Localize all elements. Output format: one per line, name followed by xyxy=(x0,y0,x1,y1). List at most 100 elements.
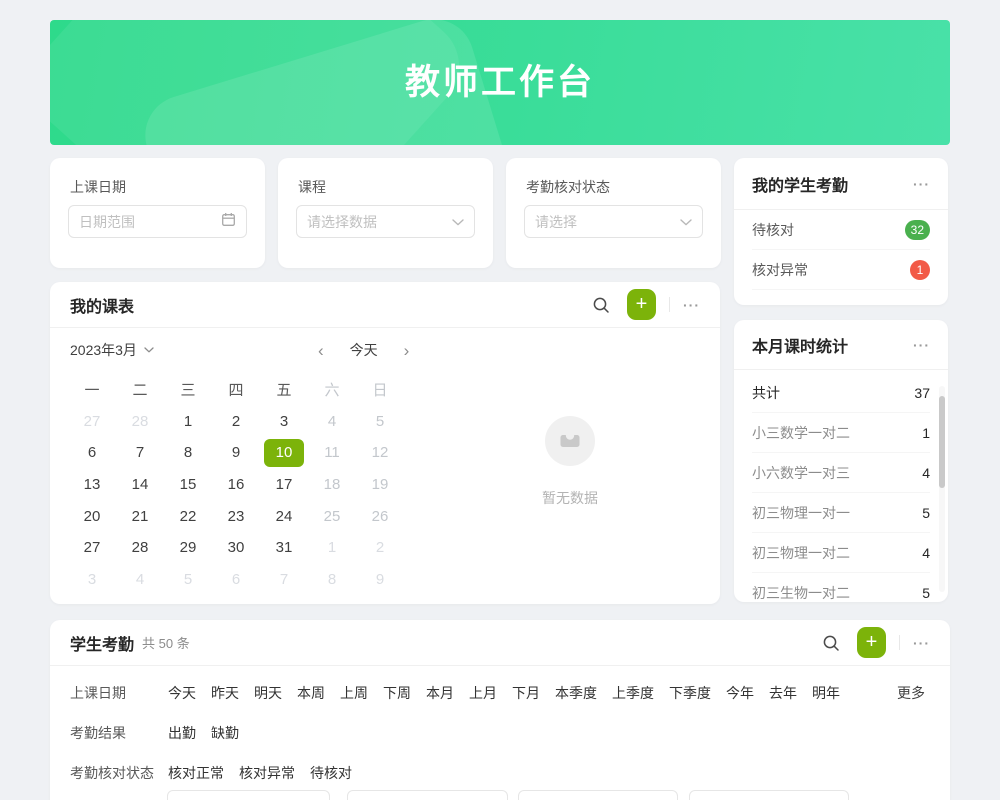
filter-option[interactable]: 本月 xyxy=(426,683,454,703)
attendance-status-row[interactable]: 核对异常 1 xyxy=(752,250,930,290)
course-hours: 37 xyxy=(914,385,930,401)
calendar-day[interactable]: 5 xyxy=(356,406,404,438)
calendar-day[interactable]: 3 xyxy=(68,564,116,596)
add-button[interactable]: + xyxy=(627,289,656,320)
filter-option[interactable]: 昨天 xyxy=(211,683,239,703)
calendar-day[interactable]: 9 xyxy=(356,564,404,596)
month-hours-stats-card: 本月课时统计 ··· 共计 37 小三数学一对二 1 小六数学一对三 4 xyxy=(734,320,948,602)
calendar-day[interactable]: 7 xyxy=(116,437,164,469)
calendar-day[interactable]: 1 xyxy=(164,406,212,438)
date-range-input[interactable]: 日期范围 xyxy=(68,205,247,238)
calendar-day[interactable]: 17 xyxy=(260,469,308,501)
calendar-day[interactable]: 7 xyxy=(260,564,308,596)
calendar-day[interactable]: 13 xyxy=(68,469,116,501)
chevron-down-icon xyxy=(680,213,692,231)
filter-option[interactable]: 下月 xyxy=(512,683,540,703)
filter-option[interactable]: 今天 xyxy=(168,683,196,703)
header-banner: 教师工作台 xyxy=(50,20,950,145)
calendar-day[interactable]: 1 xyxy=(308,532,356,564)
scrollbar-thumb[interactable] xyxy=(939,396,945,488)
today-button[interactable]: 今天 xyxy=(350,340,378,360)
calendar-day[interactable]: 29 xyxy=(164,532,212,564)
calendar-day[interactable]: 5 xyxy=(164,564,212,596)
column-filter-input[interactable] xyxy=(347,790,508,800)
more-menu-icon[interactable]: ··· xyxy=(913,635,930,651)
more-options-link[interactable]: 更多 xyxy=(897,683,925,703)
column-filter-input[interactable] xyxy=(518,790,678,800)
calendar-day[interactable]: 8 xyxy=(308,564,356,596)
calendar-day[interactable]: 12 xyxy=(356,437,404,469)
calendar-day[interactable]: 19 xyxy=(356,469,404,501)
calendar-day[interactable]: 30 xyxy=(212,532,260,564)
attendance-status-row[interactable]: 待核对 32 xyxy=(752,210,930,250)
calendar-day[interactable]: 27 xyxy=(68,532,116,564)
calendar-day[interactable]: 4 xyxy=(308,406,356,438)
student-attendance-title: 学生考勤 xyxy=(70,631,134,655)
calendar-icon xyxy=(221,212,236,232)
calendar-day[interactable]: 3 xyxy=(260,406,308,438)
filter-option[interactable]: 去年 xyxy=(769,683,797,703)
calendar-nav: 2023年3月 ‹ 今天 › xyxy=(50,328,720,372)
filter-option[interactable]: 本季度 xyxy=(555,683,597,703)
more-menu-icon[interactable]: ··· xyxy=(913,176,930,192)
calendar-day[interactable]: 26 xyxy=(356,500,404,532)
filter-option[interactable]: 下季度 xyxy=(669,683,711,703)
calendar-day[interactable]: 23 xyxy=(212,500,260,532)
search-icon[interactable] xyxy=(822,634,840,652)
filter-option[interactable]: 上季度 xyxy=(612,683,654,703)
column-filter-input[interactable] xyxy=(167,790,330,800)
calendar-day[interactable]: 16 xyxy=(212,469,260,501)
calendar-day[interactable]: 2 xyxy=(356,532,404,564)
course-select[interactable]: 请选择数据 xyxy=(296,205,475,238)
filter-option[interactable]: 缺勤 xyxy=(211,723,239,743)
hours-stat-row: 初三物理一对二 4 xyxy=(752,533,930,573)
column-filter-input[interactable] xyxy=(689,790,849,800)
calendar-day[interactable]: 22 xyxy=(164,500,212,532)
calendar-day[interactable]: 28 xyxy=(116,532,164,564)
filter-option[interactable]: 明天 xyxy=(254,683,282,703)
filter-option[interactable]: 核对异常 xyxy=(239,763,295,783)
hours-stat-row: 初三生物一对二 5 xyxy=(752,573,930,602)
status-select[interactable]: 请选择 xyxy=(524,205,703,238)
calendar-day[interactable]: 18 xyxy=(308,469,356,501)
calendar-day[interactable]: 27 xyxy=(68,406,116,438)
filter-option[interactable]: 出勤 xyxy=(168,723,196,743)
calendar-day[interactable]: 4 xyxy=(116,564,164,596)
calendar-day[interactable]: 31 xyxy=(260,532,308,564)
chevron-down-icon xyxy=(144,347,154,353)
more-menu-icon[interactable]: ··· xyxy=(913,337,930,353)
calendar-day[interactable]: 24 xyxy=(260,500,308,532)
prev-arrow[interactable]: ‹ xyxy=(318,342,324,359)
calendar-day[interactable]: 9 xyxy=(212,437,260,469)
calendar-day[interactable]: 10 xyxy=(264,439,304,467)
calendar-day[interactable]: 2 xyxy=(212,406,260,438)
status-filter-label: 考勤核对状态 xyxy=(526,177,721,197)
month-select[interactable]: 2023年3月 xyxy=(70,340,154,360)
more-menu-icon[interactable]: ··· xyxy=(683,297,700,313)
calendar-day[interactable]: 20 xyxy=(68,500,116,532)
filter-option[interactable]: 核对正常 xyxy=(168,763,224,783)
calendar-day[interactable]: 28 xyxy=(116,406,164,438)
calendar-day[interactable]: 11 xyxy=(308,437,356,469)
calendar-day[interactable]: 25 xyxy=(308,500,356,532)
calendar-day[interactable]: 6 xyxy=(212,564,260,596)
calendar-day[interactable]: 8 xyxy=(164,437,212,469)
next-arrow[interactable]: › xyxy=(404,342,410,359)
hours-stat-row: 小三数学一对二 1 xyxy=(752,413,930,453)
filter-option[interactable]: 明年 xyxy=(812,683,840,703)
calendar-grid: 一 二 三 四 五 六 日 27 28 xyxy=(68,374,404,595)
calendar-day[interactable]: 14 xyxy=(116,469,164,501)
add-button[interactable]: + xyxy=(857,627,886,658)
filter-option[interactable]: 待核对 xyxy=(310,763,352,783)
course-hours: 1 xyxy=(922,425,930,441)
calendar-day[interactable]: 6 xyxy=(68,437,116,469)
filter-option[interactable]: 今年 xyxy=(726,683,754,703)
filter-option[interactable]: 本周 xyxy=(297,683,325,703)
chevron-down-icon xyxy=(452,213,464,231)
filter-option[interactable]: 上月 xyxy=(469,683,497,703)
calendar-day[interactable]: 15 xyxy=(164,469,212,501)
search-icon[interactable] xyxy=(592,296,610,314)
calendar-day[interactable]: 21 xyxy=(116,500,164,532)
filter-option[interactable]: 上周 xyxy=(340,683,368,703)
filter-option[interactable]: 下周 xyxy=(383,683,411,703)
